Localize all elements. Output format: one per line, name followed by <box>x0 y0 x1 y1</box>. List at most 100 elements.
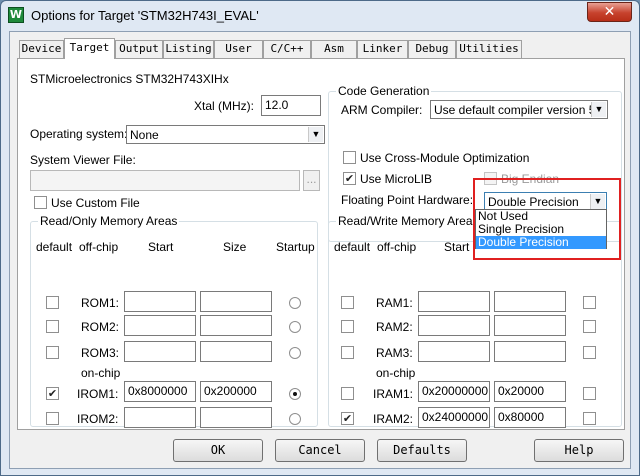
tab-device[interactable]: Device <box>19 40 64 58</box>
ram1-default-checkbox[interactable] <box>341 296 354 309</box>
irom2-label: IROM2: <box>77 412 119 426</box>
rom3-default-checkbox[interactable] <box>46 346 59 359</box>
use-custom-file-label: Use Custom File <box>51 196 140 210</box>
ram3-size-input[interactable] <box>494 341 566 362</box>
keil-app-icon: W <box>8 7 24 23</box>
rw-onchip-label: on-chip <box>376 366 416 380</box>
iram2-label: IRAM2: <box>373 412 414 426</box>
rw-header-start: Start <box>444 240 470 254</box>
tab-asm[interactable]: Asm <box>311 40 357 58</box>
ram2-label: RAM2: <box>376 320 413 334</box>
cross-module-checkbox[interactable] <box>343 151 356 164</box>
iram2-default-checkbox[interactable]: ✔ <box>341 412 354 425</box>
iram1-default-checkbox[interactable] <box>341 387 354 400</box>
tab-linker[interactable]: Linker <box>357 40 408 58</box>
irom2-startup-radio[interactable] <box>289 413 301 425</box>
irom2-default-checkbox[interactable] <box>46 412 59 425</box>
iram1-size-input[interactable]: 0x20000 <box>494 381 566 402</box>
fpu-value: Double Precision <box>488 195 579 209</box>
microlib-label: Use MicroLIB <box>360 172 433 186</box>
rom3-start-input[interactable] <box>124 341 196 362</box>
chevron-down-icon[interactable]: ▼ <box>591 102 606 117</box>
rw-memory-legend: Read/Write Memory Areas <box>336 214 481 228</box>
operating-system-value: None <box>130 128 159 142</box>
use-custom-file-checkbox[interactable] <box>34 196 47 209</box>
radio-selected-dot <box>293 392 297 396</box>
irom1-startup-radio[interactable] <box>289 388 301 400</box>
microlib-checkbox[interactable]: ✔ <box>343 172 356 185</box>
ram2-size-input[interactable] <box>494 315 566 336</box>
big-endian-checkbox[interactable] <box>484 172 497 185</box>
irom2-start-input[interactable] <box>124 407 196 428</box>
ram1-label: RAM1: <box>376 296 413 310</box>
irom1-label: IROM1: <box>77 387 119 401</box>
ram2-default-checkbox[interactable] <box>341 320 354 333</box>
tab-utilities[interactable]: Utilities <box>456 40 522 58</box>
rom3-size-input[interactable] <box>200 341 272 362</box>
ro-header-default: default <box>36 240 73 254</box>
ram1-noinit-checkbox[interactable] <box>583 296 596 309</box>
ok-button[interactable]: OK <box>173 439 263 462</box>
rom1-startup-radio[interactable] <box>289 297 301 309</box>
rom1-size-input[interactable] <box>200 291 272 312</box>
rom2-size-input[interactable] <box>200 315 272 336</box>
tab-target[interactable]: Target <box>64 38 115 59</box>
irom1-default-checkbox[interactable]: ✔ <box>46 387 59 400</box>
system-viewer-input[interactable] <box>30 170 300 191</box>
irom2-size-input[interactable] <box>200 407 272 428</box>
iram2-size-input[interactable]: 0x80000 <box>494 407 566 428</box>
big-endian-label: Big Endian <box>501 172 560 186</box>
tab-c-cpp[interactable]: C/C++ <box>263 40 311 58</box>
rom3-startup-radio[interactable] <box>289 347 301 359</box>
tab-listing[interactable]: Listing <box>163 40 214 58</box>
xtal-label: Xtal (MHz): <box>194 99 254 113</box>
fpu-option-double-precision[interactable]: Double Precision <box>476 236 606 249</box>
ram3-label: RAM3: <box>376 346 413 360</box>
rw-header-offchip: off-chip <box>377 240 417 254</box>
ro-header-offchip: off-chip <box>79 240 119 254</box>
ram3-noinit-checkbox[interactable] <box>583 346 596 359</box>
cancel-button[interactable]: Cancel <box>275 439 365 462</box>
operating-system-select[interactable]: None ▼ <box>126 125 325 144</box>
rom1-label: ROM1: <box>81 296 120 310</box>
ram2-noinit-checkbox[interactable] <box>583 320 596 333</box>
ro-header-size: Size <box>223 240 247 254</box>
rom2-startup-radio[interactable] <box>289 321 301 333</box>
options-dialog: W Options for Target 'STM32H743I_EVAL' ✕… <box>0 0 640 476</box>
iram1-noinit-checkbox[interactable] <box>583 387 596 400</box>
tab-debug[interactable]: Debug <box>408 40 456 58</box>
cross-module-label: Use Cross-Module Optimization <box>360 151 530 165</box>
help-button[interactable]: Help <box>534 439 624 462</box>
operating-system-label: Operating system: <box>30 127 128 141</box>
rom2-start-input[interactable] <box>124 315 196 336</box>
rw-header-default: default <box>334 240 371 254</box>
ram3-default-checkbox[interactable] <box>341 346 354 359</box>
rom2-default-checkbox[interactable] <box>46 320 59 333</box>
chevron-down-icon[interactable]: ▼ <box>308 127 323 142</box>
ram1-start-input[interactable] <box>418 291 490 312</box>
irom1-size-input[interactable]: 0x200000 <box>200 381 272 402</box>
browse-button[interactable]: ... <box>303 170 320 191</box>
arm-compiler-select[interactable]: Use default compiler version 5 ▼ <box>430 100 608 119</box>
ro-header-start: Start <box>148 240 174 254</box>
ro-onchip-label: on-chip <box>81 366 121 380</box>
iram1-label: IRAM1: <box>373 387 414 401</box>
rom1-start-input[interactable] <box>124 291 196 312</box>
tab-user[interactable]: User <box>214 40 263 58</box>
tab-output[interactable]: Output <box>115 40 163 58</box>
rom2-label: ROM2: <box>81 320 120 334</box>
xtal-input[interactable]: 12.0 <box>261 95 321 116</box>
chevron-down-icon[interactable]: ▼ <box>590 194 605 209</box>
rom1-default-checkbox[interactable] <box>46 296 59 309</box>
fpu-label: Floating Point Hardware: <box>341 193 474 207</box>
iram2-start-input[interactable]: 0x24000000 <box>418 407 490 428</box>
ram3-start-input[interactable] <box>418 341 490 362</box>
ram2-start-input[interactable] <box>418 315 490 336</box>
ram1-size-input[interactable] <box>494 291 566 312</box>
close-button[interactable]: ✕ <box>587 2 632 22</box>
title-bar[interactable]: W Options for Target 'STM32H743I_EVAL' ✕ <box>1 1 639 31</box>
iram2-noinit-checkbox[interactable] <box>583 412 596 425</box>
iram1-start-input[interactable]: 0x20000000 <box>418 381 490 402</box>
irom1-start-input[interactable]: 0x8000000 <box>124 381 196 402</box>
defaults-button[interactable]: Defaults <box>377 439 467 462</box>
